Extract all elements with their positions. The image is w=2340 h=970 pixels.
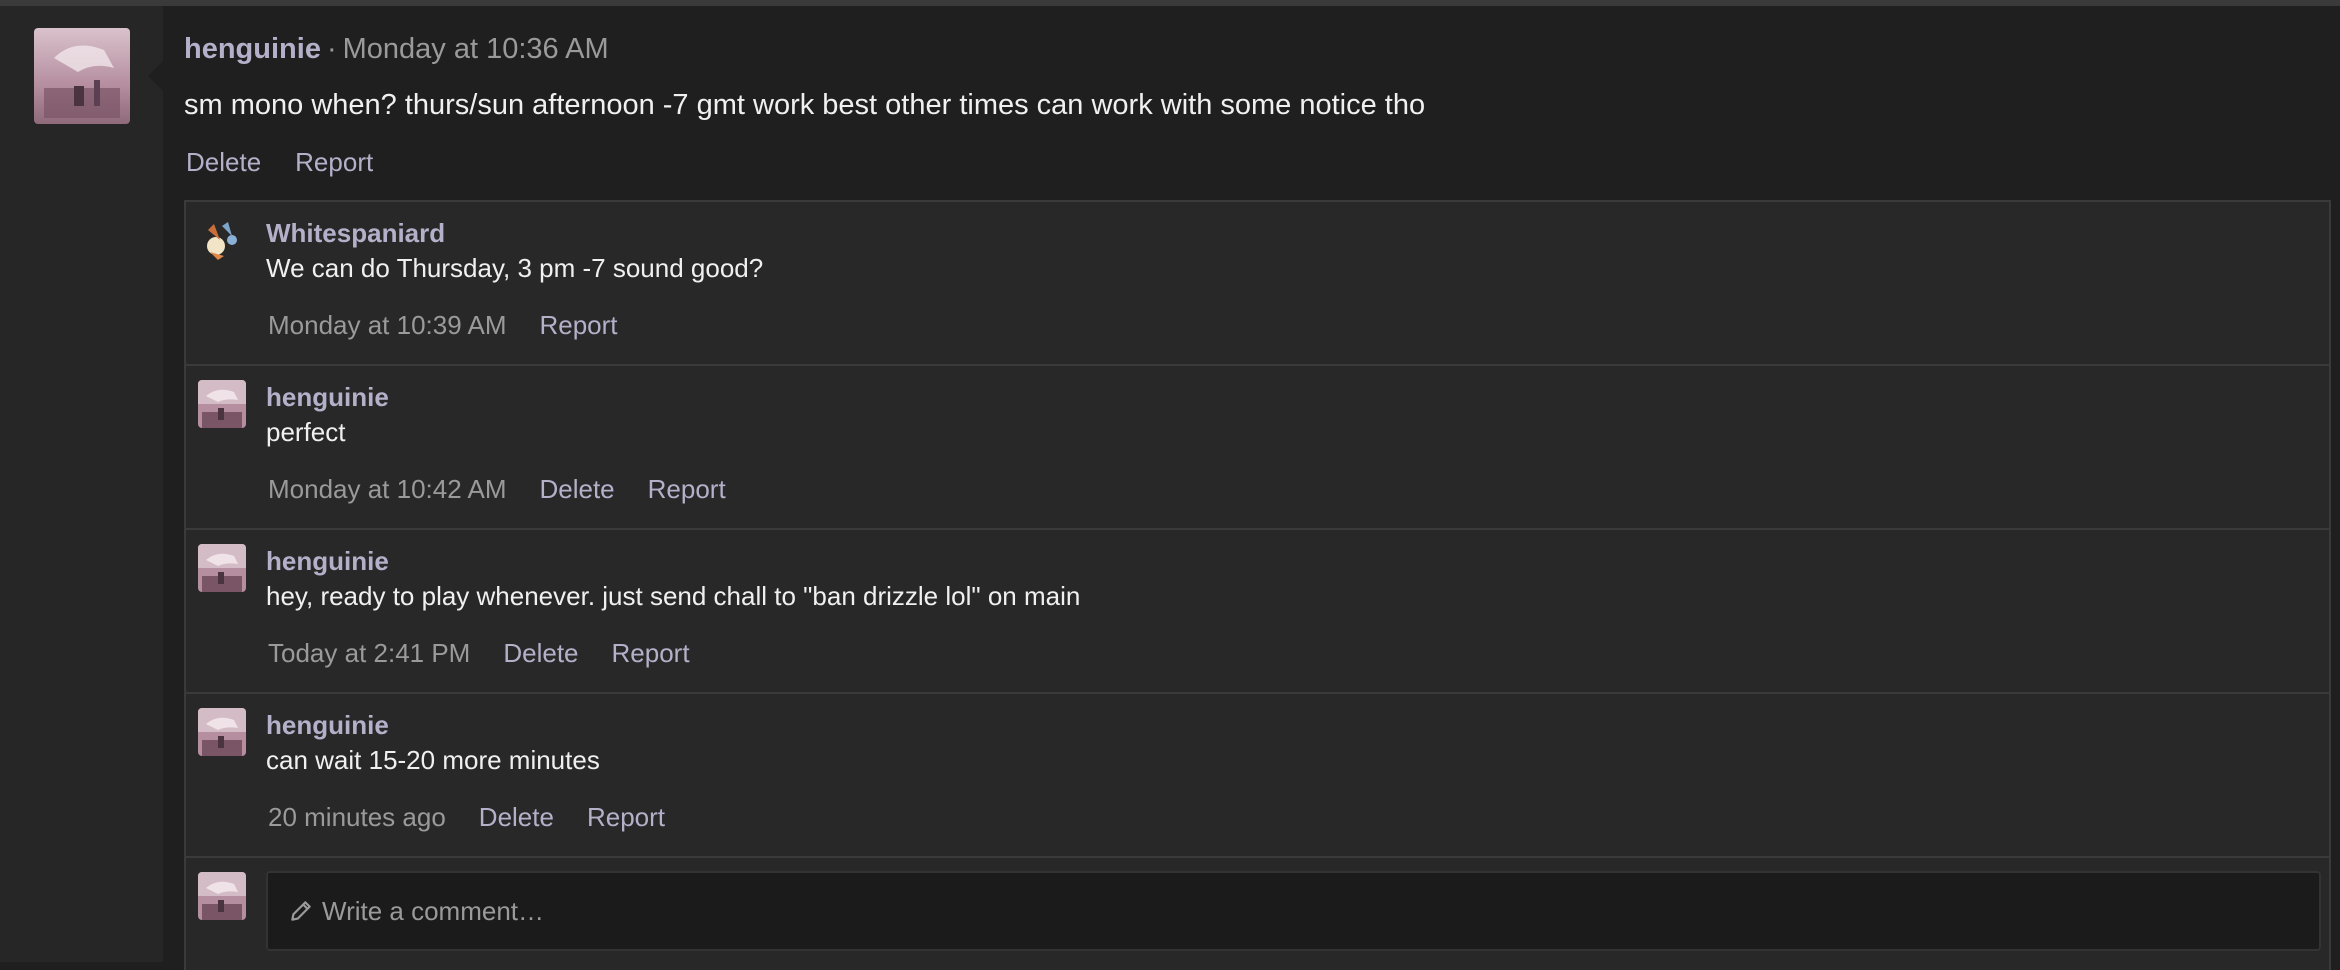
delete-button[interactable]: Delete [479,802,554,833]
comment-time[interactable]: 20 minutes ago [268,802,446,833]
avatar[interactable] [198,544,246,592]
report-button[interactable]: Report [539,310,617,341]
pencil-icon [291,901,311,921]
comment-meta: 20 minutes ago Delete Report [268,802,665,833]
comments-list: Whitespaniard We can do Thursday, 3 pm -… [184,200,2331,970]
post-container: henguinie · Monday at 10:36 AM sm mono whe… [163,6,2340,970]
comment-meta: Today at 2:41 PM Delete Report [268,638,690,669]
post-author[interactable]: henguinie [184,33,321,65]
comment-author[interactable]: henguinie [266,382,389,413]
avatar[interactable] [34,28,130,124]
comment-text: perfect [266,417,346,447]
avatar [198,872,246,920]
comment-placeholder: Write a comment… [322,895,545,926]
comment-time[interactable]: Monday at 10:39 AM [268,310,506,341]
delete-button[interactable]: Delete [503,638,578,669]
report-button[interactable]: Report [295,147,373,178]
delete-button[interactable]: Delete [186,147,261,178]
post-body: sm mono when? thurs/sun afternoon -7 gmt… [184,89,1426,121]
report-button[interactable]: Report [612,638,690,669]
author-column [0,6,164,962]
report-button[interactable]: Report [648,474,726,505]
post-time[interactable]: Monday at 10:36 AM [343,33,609,65]
comment-item: henguinie hey, ready to play whenever. j… [186,530,2329,694]
comment-time[interactable]: Monday at 10:42 AM [268,474,506,505]
post-actions: Delete Report [186,147,373,178]
comment-text: We can do Thursday, 3 pm -7 sound good? [266,253,764,283]
avatar[interactable] [198,380,246,428]
comment-author[interactable]: Whitespaniard [266,218,445,249]
avatar[interactable] [198,708,246,756]
comment-input[interactable]: Write a comment… [266,871,2321,951]
pointer-arrow [148,60,164,92]
report-button[interactable]: Report [587,802,665,833]
comment-text: hey, ready to play whenever. just send c… [266,581,1081,611]
avatar[interactable] [198,216,246,264]
post-header: henguinie · Monday at 10:36 AM [184,33,609,66]
comment-author[interactable]: henguinie [266,546,389,577]
comment-meta: Monday at 10:39 AM Report [268,310,618,341]
comment-item: henguinie can wait 15-20 more minutes 20… [186,694,2329,858]
comment-meta: Monday at 10:42 AM Delete Report [268,474,726,505]
comment-author[interactable]: henguinie [266,710,389,741]
separator: · [326,33,337,65]
comment-time[interactable]: Today at 2:41 PM [268,638,470,669]
delete-button[interactable]: Delete [539,474,614,505]
comment-composer: Write a comment… [186,858,2329,968]
comment-item: henguinie perfect Monday at 10:42 AM Del… [186,366,2329,530]
comment-text: can wait 15-20 more minutes [266,745,600,775]
comment-item: Whitespaniard We can do Thursday, 3 pm -… [186,202,2329,366]
